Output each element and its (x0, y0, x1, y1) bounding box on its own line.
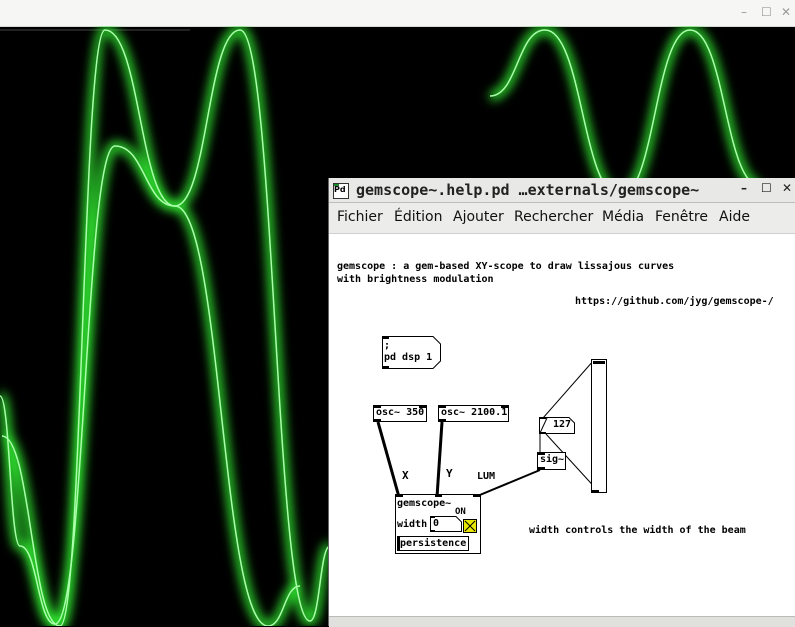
persistence-label: persistence (400, 538, 467, 549)
osc-2100-label: osc~ 2100.1 (441, 407, 508, 418)
sig-object[interactable]: sig~ (537, 452, 566, 470)
close-button[interactable]: ✕ (782, 181, 792, 195)
lum-vertical-slider[interactable] (591, 359, 607, 493)
toggle-x-icon (464, 520, 476, 532)
width-comment: width controls the width of the beam (529, 525, 746, 536)
scope-trace-glow-1 (0, 140, 302, 626)
gemscope-object[interactable]: gemscope~ ON width 0 persistence (395, 494, 481, 554)
persistence-message[interactable]: persistence (397, 536, 469, 551)
menu-aide[interactable]: Aide (719, 209, 750, 225)
dsp-message-line-2: pd dsp 1 (384, 352, 433, 363)
pd-menubar: Fichier Édition Ajouter Rechercher Média… (329, 203, 795, 234)
width-number-value: 0 (433, 518, 440, 529)
pd-app-icon: Pd (333, 183, 349, 199)
width-label: width (397, 519, 428, 530)
github-url[interactable]: https://github.com/jyg/gemscope-/ (575, 295, 774, 308)
sig-label: sig~ (540, 454, 565, 465)
osc-2100-object[interactable]: osc~ 2100.1 (438, 405, 509, 422)
minimize-button[interactable]: – (741, 5, 747, 19)
menu-edition[interactable]: Édition (394, 209, 442, 225)
lum-number-value: 127 (553, 419, 572, 430)
scope-trace-0 (1, 29, 331, 626)
osc-350-label: osc~ 350 (376, 407, 425, 418)
menu-fichier[interactable]: Fichier (337, 209, 383, 225)
lum-number-box[interactable]: 127 (539, 417, 575, 434)
menu-ajouter[interactable]: Ajouter (453, 209, 504, 225)
scope-trace-glow-2 (488, 26, 762, 202)
patch-canvas[interactable]: gemscope : a gem-based XY-scope to draw … (329, 234, 795, 614)
gemscope-title: gemscope~ (397, 498, 452, 509)
y-label: Y (446, 467, 453, 480)
scope-trace-1 (0, 145, 301, 626)
maximize-button[interactable]: ☐ (761, 181, 772, 195)
dsp-message-line-1: ; (384, 340, 391, 351)
menu-fenetre[interactable]: Fenêtre (655, 209, 708, 225)
pd-window-titlebar: Pd gemscope~.help.pd …externals/gemscope… (329, 178, 795, 203)
description-line-2: with brightness modulation (337, 274, 494, 285)
dsp-on-message[interactable]: ; pd dsp 1 (382, 336, 442, 369)
osc-350-object[interactable]: osc~ 350 (373, 405, 427, 422)
x-label: X (402, 469, 409, 482)
pd-window-title: gemscope~.help.pd …externals/gemscope~ (356, 181, 700, 199)
lum-label: LUM (477, 471, 496, 482)
close-button[interactable]: ✕ (781, 5, 791, 19)
width-number-box[interactable]: 0 (430, 516, 462, 532)
description-line-1: gemscope : a gem-based XY-scope to draw … (337, 261, 675, 272)
gem-window-titlebar: – ☐ ✕ (0, 0, 795, 27)
maximize-button[interactable]: ☐ (761, 5, 772, 19)
menu-media[interactable]: Média (602, 209, 644, 225)
scope-trace-glow-0 (0, 26, 335, 626)
horizontal-scrollbar[interactable] (329, 616, 795, 627)
menu-rechercher[interactable]: Rechercher (514, 209, 593, 225)
scope-trace-2 (489, 29, 761, 197)
minimize-button[interactable]: – (741, 181, 747, 195)
slider-handle[interactable] (593, 361, 605, 364)
pd-patch-window: Pd gemscope~.help.pd …externals/gemscope… (328, 178, 795, 627)
on-toggle[interactable] (463, 519, 477, 533)
